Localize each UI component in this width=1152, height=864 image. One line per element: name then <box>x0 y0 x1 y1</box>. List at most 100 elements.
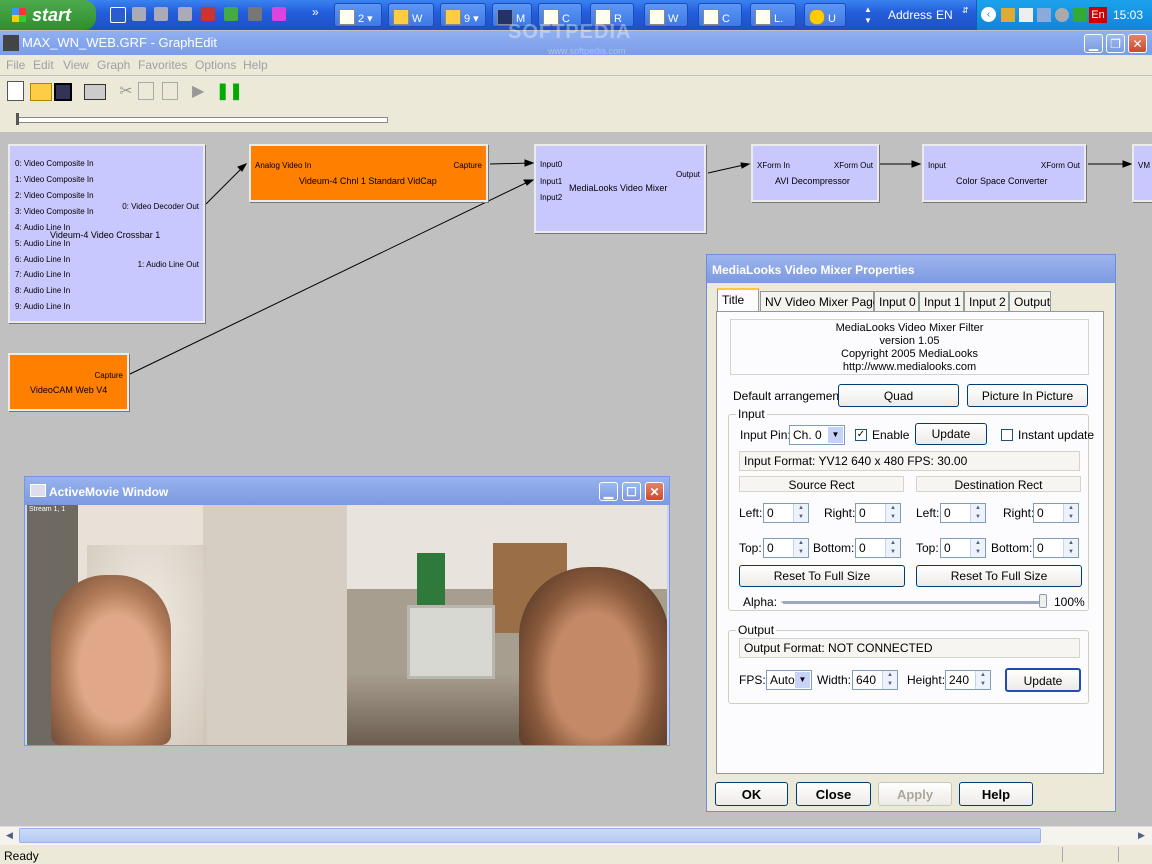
quick-launch-icon[interactable] <box>201 7 215 21</box>
pin-input[interactable]: Input0 <box>540 160 562 169</box>
pin-output[interactable]: XForm Out <box>1041 161 1080 170</box>
activemovie-titlebar[interactable]: ActiveMovie Window ▁ ☐ ✕ <box>25 477 669 505</box>
apply-button[interactable]: Apply <box>878 782 952 806</box>
dst-right-spinner[interactable]: 0 ▲ ▼ <box>1033 503 1079 523</box>
input-pin-select[interactable]: Ch. 0 ▼ <box>789 425 845 445</box>
input-update-button[interactable]: Update <box>915 423 987 445</box>
pin-input[interactable]: 7: Audio Line In <box>15 270 70 279</box>
taskbar-button[interactable]: C <box>698 3 742 27</box>
cut-icon[interactable]: ✂ <box>115 81 137 103</box>
menu-file[interactable]: File <box>6 58 25 72</box>
tab-input-0[interactable]: Input 0 <box>874 291 919 311</box>
pin-output[interactable]: XForm Out <box>834 161 873 170</box>
fps-select[interactable]: Auto ▼ <box>766 670 812 690</box>
horizontal-scrollbar[interactable]: ◀ ▶ <box>0 826 1152 845</box>
tray-app-icon[interactable] <box>1001 8 1015 22</box>
pin-output[interactable]: Output <box>676 170 700 179</box>
pin-output[interactable]: 0: Video Decoder Out <box>122 202 199 211</box>
src-right-spinner[interactable]: 0 ▲ ▼ <box>855 503 901 523</box>
seek-slider-thumb[interactable] <box>16 113 19 125</box>
pin-input[interactable]: Analog Video In <box>255 161 311 170</box>
spinner-arrows-icon[interactable]: ▲ ▼ <box>885 504 900 522</box>
activemovie-window[interactable]: ActiveMovie Window ▁ ☐ ✕ Stream 1, 1 <box>24 476 670 746</box>
show-desktop-icon[interactable] <box>110 7 126 23</box>
menu-view[interactable]: View <box>63 58 89 72</box>
spinner-arrows-icon[interactable]: ▲ ▼ <box>975 671 990 689</box>
filter-mixer[interactable]: Input0 Input1 Input2 Output MediaLooks V… <box>534 144 706 233</box>
src-bottom-spinner[interactable]: 0 ▲ ▼ <box>855 538 901 558</box>
pin-output[interactable]: Capture <box>454 161 482 170</box>
filter-avi-decompressor[interactable]: XForm In XForm Out AVI Decompressor <box>751 144 879 202</box>
pause-icon[interactable]: ❚❚ <box>216 81 243 103</box>
src-left-spinner[interactable]: 0 ▲ ▼ <box>763 503 809 523</box>
filter-color-space-converter[interactable]: Input XForm Out Color Space Converter <box>922 144 1086 202</box>
dst-left-spinner[interactable]: 0 ▲ ▼ <box>940 503 986 523</box>
pin-input[interactable]: Input <box>928 161 946 170</box>
start-button[interactable]: start <box>0 0 96 30</box>
src-top-spinner[interactable]: 0 ▲ ▼ <box>763 538 809 558</box>
filter-crossbar[interactable]: 0: Video Composite In 1: Video Composite… <box>8 144 205 323</box>
copy-icon[interactable] <box>138 82 154 100</box>
properties-dialog[interactable]: MediaLooks Video Mixer Properties Title … <box>706 254 1116 812</box>
window-titlebar[interactable]: MAX_WN_WEB.GRF - GraphEdit SOFTPEDIA www… <box>0 21 1152 56</box>
pin-input[interactable]: 8: Audio Line In <box>15 286 70 295</box>
tray-speaker-icon[interactable] <box>1055 8 1069 22</box>
spinner-arrows-icon[interactable]: ▲ ▼ <box>793 504 808 522</box>
pin-input[interactable]: 2: Video Composite In <box>15 191 94 200</box>
tab-output[interactable]: Output <box>1009 291 1051 311</box>
quad-button[interactable]: Quad <box>838 384 959 407</box>
taskbar-button[interactable]: U <box>804 3 846 27</box>
print-icon[interactable] <box>84 84 106 100</box>
filter-webcam[interactable]: Capture VideoCAM Web V4 <box>8 353 129 411</box>
quick-launch-icon[interactable] <box>178 7 192 21</box>
seek-slider-track[interactable] <box>16 117 388 123</box>
pin-input[interactable]: 6: Audio Line In <box>15 255 70 264</box>
quick-launch-icon[interactable] <box>224 7 238 21</box>
scroll-left-icon[interactable]: ◀ <box>2 828 17 843</box>
quick-launch-icon[interactable] <box>272 7 286 21</box>
close-button[interactable]: ✕ <box>645 482 664 501</box>
menu-options[interactable]: Options <box>195 58 236 72</box>
spinner-arrows-icon[interactable]: ▲ ▼ <box>1063 539 1078 557</box>
pin-input[interactable]: 9: Audio Line In <box>15 302 70 311</box>
restore-button[interactable]: ❐ <box>1106 34 1125 53</box>
height-spinner[interactable]: 240 ▲ ▼ <box>945 670 991 690</box>
scroll-right-icon[interactable]: ▶ <box>1134 828 1149 843</box>
taskbar-button[interactable]: W <box>388 3 434 27</box>
tab-input-2[interactable]: Input 2 <box>964 291 1009 311</box>
language-switch-icon[interactable]: ⇵ <box>962 6 970 24</box>
width-spinner[interactable]: 640 ▲ ▼ <box>852 670 898 690</box>
taskbar-scroll-buttons[interactable]: ▲ ▼ <box>862 4 874 26</box>
chevron-left-icon[interactable]: ‹ <box>981 7 996 22</box>
taskbar-button[interactable]: W <box>644 3 688 27</box>
new-icon[interactable] <box>7 81 24 101</box>
pin-input[interactable]: 0: Video Composite In <box>15 159 94 168</box>
pin-input[interactable]: 1: Video Composite In <box>15 175 94 184</box>
spinner-arrows-icon[interactable]: ▲ ▼ <box>793 539 808 557</box>
minimize-button[interactable]: ▁ <box>1084 34 1103 53</box>
destination-reset-button[interactable]: Reset To Full Size <box>916 565 1082 587</box>
pin-input[interactable]: VM <box>1138 161 1150 170</box>
filter-video-renderer[interactable]: VM <box>1132 144 1152 202</box>
output-update-button[interactable]: Update <box>1005 668 1081 692</box>
enable-checkbox[interactable]: ✓ <box>855 429 867 441</box>
play-icon[interactable]: ▶ <box>192 81 214 103</box>
open-icon[interactable] <box>30 83 52 101</box>
dialog-title[interactable]: MediaLooks Video Mixer Properties <box>707 255 1115 283</box>
tray-network-icon[interactable] <box>1019 8 1033 22</box>
maximize-button[interactable]: ☐ <box>622 482 641 501</box>
pin-output[interactable]: Capture <box>95 371 123 380</box>
instant-update-checkbox[interactable] <box>1001 429 1013 441</box>
spinner-arrows-icon[interactable]: ▲ ▼ <box>1063 504 1078 522</box>
pin-input[interactable]: XForm In <box>757 161 790 170</box>
help-button[interactable]: Help <box>959 782 1033 806</box>
quick-launch-icon[interactable] <box>248 7 262 21</box>
tray-monitor-icon[interactable] <box>1037 8 1051 22</box>
language-indicator[interactable]: EN <box>936 8 953 22</box>
menu-help[interactable]: Help <box>243 58 268 72</box>
menu-graph[interactable]: Graph <box>97 58 130 72</box>
ok-button[interactable]: OK <box>715 782 788 806</box>
filter-vidcap[interactable]: Analog Video In Capture Videum-4 Chnl 1 … <box>249 144 488 202</box>
pin-input[interactable]: 5: Audio Line In <box>15 239 70 248</box>
scroll-thumb[interactable] <box>19 828 1041 843</box>
